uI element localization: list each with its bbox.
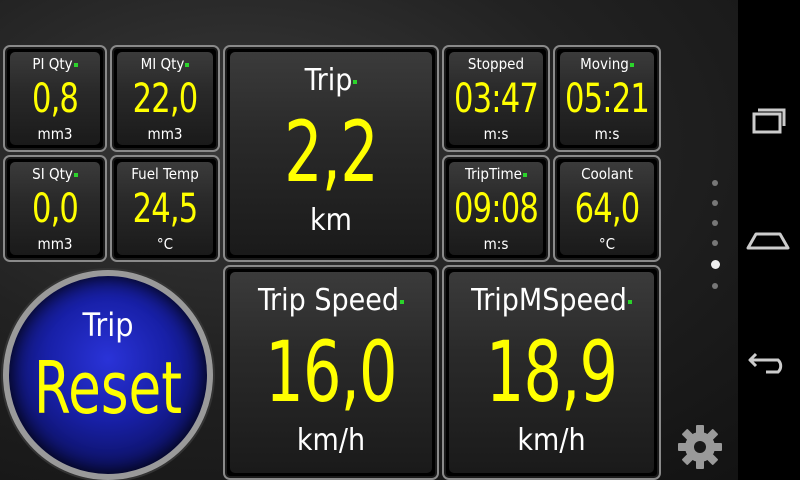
trip-reset-button[interactable]: Trip Reset [3, 270, 213, 480]
reset-button-label: Reset [33, 346, 183, 430]
page-dot [712, 200, 718, 206]
page-dot [712, 180, 718, 186]
gauge-pi-qty[interactable]: PI Qty 0,8 mm3 [3, 45, 107, 152]
gauge-label: Coolant [581, 165, 633, 183]
gauge-label: Fuel Temp [131, 165, 199, 183]
gauge-label: SI Qty [32, 165, 73, 183]
gauge-value: 24,5 [132, 186, 199, 232]
back-icon[interactable] [738, 330, 800, 390]
gauge-label: TripMSpeed [471, 283, 627, 318]
gauge-label: Trip [304, 63, 353, 98]
status-indicator [73, 172, 78, 177]
gauge-unit: °C [156, 235, 174, 253]
recent-apps-icon[interactable] [738, 90, 800, 150]
gauge-unit: mm3 [37, 125, 73, 143]
page-dot [712, 240, 718, 246]
gauge-moving[interactable]: Moving 05:21 m:s [553, 45, 661, 152]
page-dot [712, 283, 718, 289]
gauge-mi-qty[interactable]: MI Qty 22,0 mm3 [110, 45, 220, 152]
reset-button-caption: Trip [82, 306, 134, 344]
gauge-unit: mm3 [37, 235, 73, 253]
gear-icon[interactable] [675, 422, 725, 472]
status-indicator [353, 79, 358, 84]
status-indicator [400, 299, 404, 304]
gauge-unit: m:s [594, 125, 620, 143]
gauge-value: 05:21 [565, 76, 650, 122]
gauge-label: TripTime [465, 165, 522, 183]
page-dot [712, 220, 718, 226]
gauge-label: Moving [580, 55, 629, 73]
gauge-label: PI Qty [32, 55, 73, 73]
gauge-unit: m:s [483, 125, 509, 143]
page-indicator [710, 180, 720, 303]
gauge-value: 0,0 [31, 186, 79, 232]
navigation-bar [738, 0, 800, 480]
status-indicator [629, 62, 634, 67]
home-icon[interactable] [738, 210, 800, 270]
gauge-stopped[interactable]: Stopped 03:47 m:s [442, 45, 550, 152]
gauge-unit: mm3 [147, 125, 183, 143]
gauge-unit: km [310, 203, 352, 238]
gauge-trip-time[interactable]: TripTime 09:08 m:s [442, 155, 550, 262]
gauge-unit: m:s [483, 235, 509, 253]
gauge-value: 16,0 [265, 323, 397, 421]
gauge-unit: km/h [517, 423, 586, 458]
gauge-coolant[interactable]: Coolant 64,0 °C [553, 155, 661, 262]
gauge-trip-speed[interactable]: Trip Speed 16,0 km/h [223, 265, 439, 480]
gauge-trip-distance[interactable]: Trip 2,2 km [223, 45, 439, 262]
gauge-value: 09:08 [454, 186, 539, 232]
gauge-value: 03:47 [454, 76, 539, 122]
gauge-label: Stopped [467, 55, 525, 73]
gauge-value: 22,0 [132, 76, 199, 122]
gauge-value: 64,0 [574, 186, 641, 232]
gauge-si-qty[interactable]: SI Qty 0,0 mm3 [3, 155, 107, 262]
gauge-label: Trip Speed [257, 283, 399, 318]
gauge-value: 18,9 [485, 323, 618, 421]
status-indicator [73, 62, 78, 67]
status-indicator [627, 299, 632, 304]
status-indicator [522, 172, 527, 177]
gauge-fuel-temp[interactable]: Fuel Temp 24,5 °C [110, 155, 220, 262]
page-dot-active [710, 260, 720, 269]
status-indicator [185, 62, 190, 67]
gauge-unit: km/h [296, 423, 366, 458]
gauge-value: 2,2 [284, 103, 379, 201]
gauge-value: 0,8 [31, 76, 79, 122]
gauge-label: MI Qty [140, 55, 185, 73]
gauge-trip-max-speed[interactable]: TripMSpeed 18,9 km/h [442, 265, 661, 480]
gauge-unit: °C [598, 235, 616, 253]
